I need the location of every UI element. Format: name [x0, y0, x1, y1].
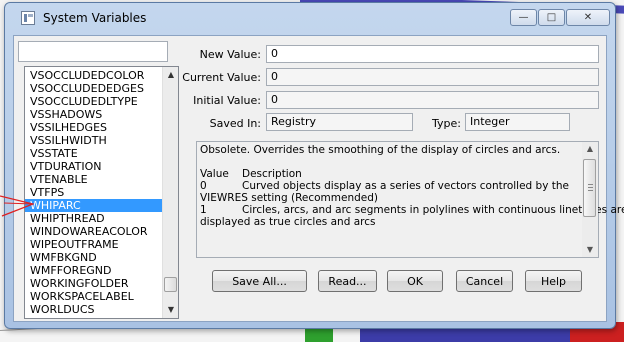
current-value-field: 0: [266, 68, 599, 86]
variable-list-item[interactable]: VSOCCLUDEDLTYPE: [25, 95, 162, 108]
current-value-label: Current Value:: [182, 71, 261, 84]
variable-list-item[interactable]: VTFPS: [25, 186, 162, 199]
variable-list-item[interactable]: WORKINGFOLDER: [25, 277, 162, 290]
variable-list-item[interactable]: VTDURATION: [25, 160, 162, 173]
window-title: System Variables: [43, 11, 147, 25]
variable-list-item[interactable]: VSSILHEDGES: [25, 121, 162, 134]
saved-in-label: Saved In:: [209, 117, 261, 130]
maximize-icon: □: [546, 11, 557, 23]
scroll-down-arrow-icon[interactable]: ▼: [163, 302, 178, 318]
new-value-label: New Value:: [199, 48, 261, 61]
variable-list-item[interactable]: VSOCCLUDEDCOLOR: [25, 69, 162, 82]
read-button[interactable]: Read...: [318, 270, 377, 292]
scroll-up-arrow-icon[interactable]: ▲: [163, 67, 178, 83]
maximize-button[interactable]: □: [538, 9, 565, 26]
variable-search-input[interactable]: [18, 41, 168, 62]
variable-list-item[interactable]: WIPEOUTFRAME: [25, 238, 162, 251]
description-scroll-down-icon[interactable]: ▼: [582, 243, 598, 257]
variable-list-item[interactable]: WORLDUCS: [25, 303, 162, 316]
description-scrollbar[interactable]: ▲ ▼: [582, 142, 598, 257]
variable-list-item[interactable]: VSOCCLUDEDEDGES: [25, 82, 162, 95]
type-label: Type:: [432, 117, 461, 130]
description-row1-cont: displayed as true circles and arcs: [200, 216, 376, 228]
variable-list-item[interactable]: WHIPTHREAD: [25, 212, 162, 225]
variable-list-item[interactable]: VSSILHWIDTH: [25, 134, 162, 147]
close-icon: ✕: [583, 11, 593, 23]
variable-list-scrollbar[interactable]: ▲ ▼: [162, 67, 178, 318]
initial-value-field: 0: [266, 91, 599, 109]
description-box[interactable]: Obsolete. Overrides the smoothing of the…: [196, 141, 624, 258]
type-field: Integer: [465, 113, 570, 131]
scroll-thumb[interactable]: [164, 277, 177, 292]
variable-list[interactable]: VSOCCLUDEDCOLOR VSOCCLUDEDEDGES VSOCCLUDED…: [24, 66, 179, 319]
variable-list-item[interactable]: WINDOWAREACOLOR: [25, 225, 162, 238]
initial-value-label: Initial Value:: [193, 94, 261, 107]
description-row0-cont: VIEWRES setting (Recommended): [200, 192, 379, 204]
variable-list-item[interactable]: VSSHADOWS: [25, 108, 162, 121]
description-text: Obsolete. Overrides the smoothing of the…: [200, 144, 624, 228]
ok-button[interactable]: OK: [387, 270, 443, 292]
cancel-button[interactable]: Cancel: [456, 270, 513, 292]
help-button[interactable]: Help: [525, 270, 582, 292]
new-value-field[interactable]: 0: [266, 45, 599, 63]
app-icon: [21, 11, 35, 25]
variable-list-item[interactable]: WHIPARC: [25, 199, 162, 212]
minimize-icon: —: [518, 11, 529, 23]
description-header-description: Description: [242, 168, 302, 180]
close-button[interactable]: ✕: [566, 9, 610, 26]
description-row1-text: Circles, arcs, and arc segments in polyl…: [242, 204, 624, 216]
variable-list-item[interactable]: WMFBKGND: [25, 251, 162, 264]
minimize-button[interactable]: —: [510, 9, 537, 26]
description-summary: Obsolete. Overrides the smoothing of the…: [200, 144, 561, 156]
description-row0-value: 0: [200, 180, 207, 192]
variable-list-item[interactable]: VTENABLE: [25, 173, 162, 186]
variable-list-items: VSOCCLUDEDCOLOR VSOCCLUDEDEDGES VSOCCLUDED…: [25, 69, 162, 316]
variable-list-item[interactable]: WMFFOREGND: [25, 264, 162, 277]
description-row0-text: Curved objects display as a series of ve…: [242, 180, 570, 192]
variable-list-item[interactable]: WORKSPACELABEL: [25, 290, 162, 303]
description-row1-value: 1: [200, 204, 207, 216]
variable-list-item[interactable]: VSSTATE: [25, 147, 162, 160]
description-scroll-thumb[interactable]: [583, 159, 596, 217]
description-header-value: Value: [200, 168, 229, 180]
description-scroll-up-icon[interactable]: ▲: [582, 142, 598, 156]
save-all-button[interactable]: Save All...: [212, 270, 307, 292]
red-arrow-icon: [0, 195, 34, 217]
title-bar[interactable]: System Variables — □ ✕: [5, 3, 615, 33]
